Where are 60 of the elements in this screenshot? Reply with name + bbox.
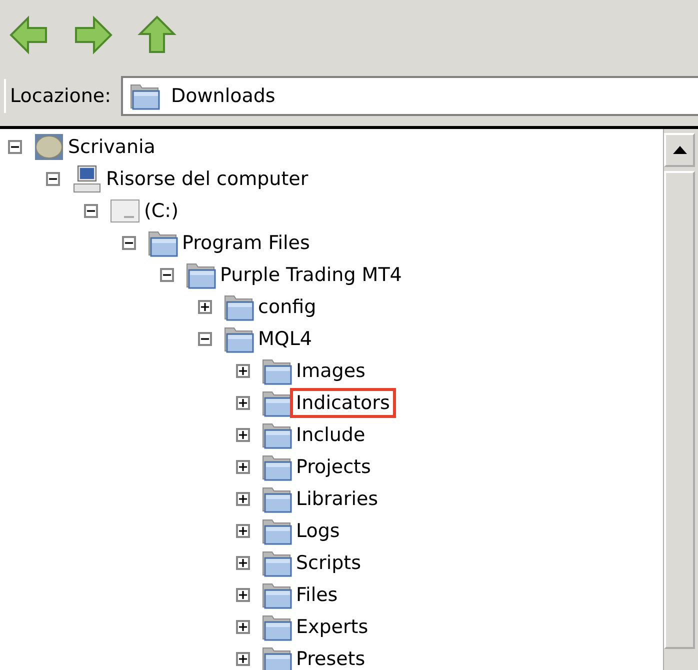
folder-icon bbox=[186, 261, 216, 289]
computer-icon bbox=[72, 165, 102, 193]
collapse-toggle[interactable] bbox=[46, 172, 60, 186]
tree-item[interactable]: Risorse del computer bbox=[104, 168, 310, 190]
folder-icon bbox=[224, 325, 254, 353]
collapse-toggle[interactable] bbox=[122, 236, 136, 250]
collapse-toggle[interactable] bbox=[8, 140, 22, 154]
tree-item[interactable]: Include bbox=[294, 424, 368, 446]
collapse-toggle[interactable] bbox=[160, 268, 174, 282]
expand-toggle[interactable] bbox=[236, 620, 250, 634]
folder-icon bbox=[262, 485, 292, 513]
forward-button[interactable] bbox=[72, 14, 114, 56]
expand-toggle[interactable] bbox=[236, 652, 250, 666]
folder-icon bbox=[262, 517, 292, 545]
folder-icon bbox=[262, 453, 292, 481]
tree-item[interactable]: Images bbox=[294, 360, 368, 382]
expand-toggle[interactable] bbox=[198, 300, 212, 314]
expand-toggle[interactable] bbox=[236, 364, 250, 378]
collapse-toggle[interactable] bbox=[84, 204, 98, 218]
tree-item[interactable]: Purple Trading MT4 bbox=[218, 264, 404, 286]
tree-item[interactable]: (C:) bbox=[142, 200, 180, 222]
tree-item[interactable]: Projects bbox=[294, 456, 373, 478]
folder-icon bbox=[262, 357, 292, 385]
folder-icon bbox=[224, 293, 254, 321]
scroll-thumb[interactable] bbox=[664, 171, 695, 649]
expand-toggle[interactable] bbox=[236, 492, 250, 506]
tree-item[interactable]: Scripts bbox=[294, 552, 364, 574]
folder-icon bbox=[262, 645, 292, 670]
drive-icon bbox=[110, 197, 140, 225]
desktop-icon bbox=[34, 133, 64, 161]
tree-item[interactable]: Logs bbox=[294, 520, 342, 542]
tree-item[interactable]: Presets bbox=[294, 648, 368, 670]
folder-icon bbox=[262, 389, 292, 417]
folder-icon bbox=[262, 549, 292, 577]
location-field[interactable]: Downloads bbox=[120, 76, 698, 116]
up-arrow-icon bbox=[672, 146, 686, 154]
expand-toggle[interactable] bbox=[236, 396, 250, 410]
folder-icon bbox=[262, 581, 292, 609]
folder-icon bbox=[148, 229, 178, 257]
tree-item[interactable]: Files bbox=[294, 584, 340, 606]
expand-toggle[interactable] bbox=[236, 460, 250, 474]
expand-toggle[interactable] bbox=[236, 588, 250, 602]
expand-toggle[interactable] bbox=[236, 428, 250, 442]
collapse-toggle[interactable] bbox=[198, 332, 212, 346]
scroll-up-button[interactable] bbox=[664, 133, 695, 167]
tree-item[interactable]: MQL4 bbox=[256, 328, 314, 350]
tree-item[interactable]: config bbox=[256, 296, 318, 318]
back-button[interactable] bbox=[8, 14, 50, 56]
up-button[interactable] bbox=[136, 14, 178, 56]
tree-item[interactable]: Program Files bbox=[180, 232, 312, 254]
tree-item[interactable]: Scrivania bbox=[66, 136, 158, 158]
expand-toggle[interactable] bbox=[236, 556, 250, 570]
location-label: Locazione: bbox=[4, 79, 115, 113]
tree-item[interactable]: Libraries bbox=[294, 488, 380, 510]
folder-icon bbox=[262, 613, 292, 641]
scrollbar[interactable] bbox=[663, 129, 698, 670]
expand-toggle[interactable] bbox=[236, 524, 250, 538]
folder-icon bbox=[262, 421, 292, 449]
folder-icon bbox=[130, 82, 160, 110]
tree-item[interactable]: Experts bbox=[294, 616, 370, 638]
